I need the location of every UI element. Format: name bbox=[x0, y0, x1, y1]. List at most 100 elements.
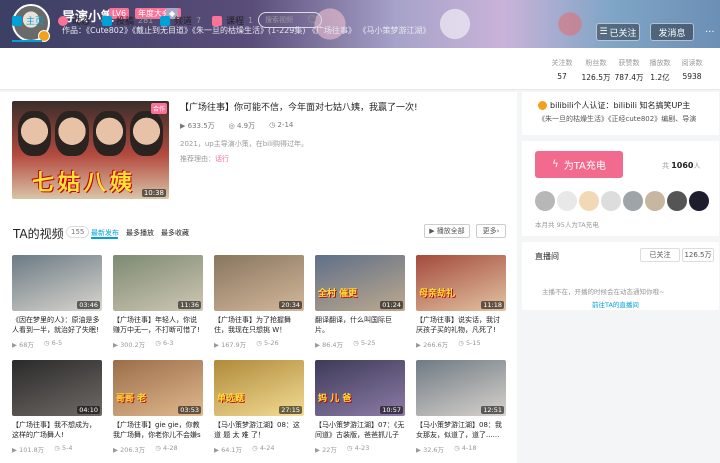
tab-count: 7 bbox=[196, 16, 202, 25]
video-thumbnail[interactable]: 全村 催更 01:24 bbox=[315, 255, 405, 311]
channel-icon bbox=[160, 15, 170, 26]
avatar[interactable] bbox=[667, 191, 687, 211]
avatar[interactable] bbox=[601, 191, 621, 211]
avatar[interactable] bbox=[535, 191, 555, 211]
video-card[interactable]: 11:36 【广场往事】年轻人，你说赚万中无一，不打断可惜了! ▶ 300.2万 ◷ … bbox=[113, 255, 203, 349]
video-meta: ▶ 68万 ◷ 6-5 bbox=[12, 339, 102, 349]
charge-card: ϟ 为TA充电 共 1060人 本月共 95人为TA充电 bbox=[522, 141, 719, 236]
charge-button[interactable]: ϟ 为TA充电 bbox=[535, 151, 623, 178]
tab-uploads[interactable]: 投稿 281 bbox=[102, 14, 153, 27]
charge-total: 共 1060人 bbox=[662, 161, 701, 170]
avatar[interactable] bbox=[645, 191, 665, 211]
representative-title[interactable]: 【广场往事】你可能不信，今年面对七姑八姨，我赢了一次! bbox=[180, 100, 418, 113]
live-follow-button[interactable]: 已关注 bbox=[640, 248, 680, 262]
video-meta: ▶ 22万 ◷ 4-23 bbox=[315, 444, 405, 454]
video-icon bbox=[102, 15, 112, 26]
video-meta: ▶ 266.6万 ◷ 5-15 bbox=[416, 339, 506, 349]
avatar[interactable] bbox=[689, 191, 709, 211]
lightning-icon: ϟ bbox=[552, 159, 559, 170]
dynamic-icon bbox=[58, 15, 68, 26]
video-card[interactable]: 妈 儿 爸 10:57 【马小策梦游江湖】07：《无间道》古装版，爸爸抓儿子卧 ▶ 2… bbox=[315, 360, 405, 454]
stat-fans[interactable]: 粉丝数 126.5万 bbox=[578, 58, 614, 83]
video-duration: 11:18 bbox=[481, 301, 504, 309]
video-card[interactable]: 母亲劫礼 11:18 【广场往事】说实话，我讨厌孩子买的礼物，凡死了! ▶ 266.6… bbox=[416, 255, 506, 349]
representative-thumbnail[interactable]: 七姑八姨 合作 10:38 bbox=[12, 101, 169, 199]
video-thumbnail[interactable]: 单选题 27:15 bbox=[214, 360, 304, 416]
more-icon[interactable]: ··· bbox=[705, 27, 715, 38]
video-thumbnail[interactable]: 妈 儿 爸 10:57 bbox=[315, 360, 405, 416]
thumbnail-faces bbox=[18, 111, 163, 156]
video-card[interactable]: 20:34 【广场往事】为了抢握舞住，我现在只想挑 W！ ▶ 167.9万 ◷ 5-2… bbox=[214, 255, 304, 349]
sort-underline bbox=[91, 237, 118, 239]
video-thumbnail[interactable]: 哥哥 老 03:53 bbox=[113, 360, 203, 416]
video-card[interactable]: 12:51 【马小策梦游江湖】08：我女那友，似道了，道了...... ▶ 32.6… bbox=[416, 360, 506, 454]
video-thumbnail[interactable]: 03:46 bbox=[12, 255, 102, 311]
play-count: ▶ 32.6万 bbox=[416, 446, 445, 454]
video-thumbnail[interactable]: 20:34 bbox=[214, 255, 304, 311]
thumbnail-caption: 母亲劫礼 bbox=[419, 289, 456, 299]
video-meta: ▶ 86.4万 ◷ 5-25 bbox=[315, 339, 405, 349]
sort-most-played[interactable]: 最多播放 bbox=[126, 228, 154, 238]
verification-card: bilibili个人认证：bilibili 知名搞笑UP主 《朱一旦的枯燥生活》… bbox=[522, 92, 719, 135]
follow-label: 已关注 bbox=[609, 28, 637, 39]
tab-label: 动态 bbox=[72, 17, 91, 27]
video-card[interactable]: 04:10 【广场往事】我不想成为，这样的广场舞人! ▶ 101.8万 ◷ 5-4 bbox=[12, 360, 102, 454]
video-title[interactable]: 【马小策梦游江湖】08：这道 题 太 难 了！ bbox=[214, 420, 304, 440]
video-thumbnail[interactable]: 母亲劫礼 11:18 bbox=[416, 255, 506, 311]
video-title[interactable]: 【广场往事】年轻人，你说赚万中无一，不打断可惜了! bbox=[113, 315, 203, 335]
video-title[interactable]: 【马小策梦游江湖】07：《无间道》古装版，爸爸抓儿子卧 bbox=[315, 420, 405, 440]
stat-plays: 播放数 1.2亿 bbox=[649, 59, 671, 82]
video-duration: 10:57 bbox=[380, 406, 403, 414]
tab-courses[interactable]: 课程 1 bbox=[212, 14, 253, 27]
video-title[interactable]: 【广场往事】gie gie，你教我广场舞，你老你儿不会嫌s bbox=[113, 420, 203, 440]
play-all-button[interactable]: ▶ 播放全部 bbox=[424, 224, 470, 238]
video-title[interactable]: 翻译翻译，什么叫国际巨片。 bbox=[315, 315, 405, 335]
play-count: ▶ 101.8万 bbox=[12, 446, 45, 454]
video-card[interactable]: 03:46 《因在梦里的人》：原油是多人看到一半，就治好了失眠! ▶ 68万 ◷ 6-… bbox=[12, 255, 102, 349]
charge-fans bbox=[535, 191, 709, 211]
video-thumbnail[interactable]: 04:10 bbox=[12, 360, 102, 416]
upload-date: ◷ 4-24 bbox=[252, 444, 275, 452]
avatar[interactable] bbox=[579, 191, 599, 211]
more-button[interactable]: 更多 › bbox=[476, 224, 506, 238]
live-room-link[interactable]: 前往TA的直播间 bbox=[592, 299, 639, 309]
video-thumbnail[interactable]: 12:51 bbox=[416, 360, 506, 416]
message-button[interactable]: 发消息 bbox=[650, 23, 694, 41]
video-duration: 01:24 bbox=[380, 301, 403, 309]
video-thumbnail[interactable]: 11:36 bbox=[113, 255, 203, 311]
tab-channels[interactable]: 频道 7 bbox=[160, 14, 201, 27]
course-icon bbox=[212, 15, 222, 26]
menu-icon: ☰ bbox=[599, 27, 608, 37]
video-title[interactable]: 【广场往事】说实话，我讨厌孩子买的礼物，凡死了! bbox=[416, 315, 506, 335]
avatar[interactable] bbox=[623, 191, 643, 211]
section-count: 155 bbox=[66, 226, 90, 238]
avatar[interactable] bbox=[557, 191, 577, 211]
video-title[interactable]: 【广场往事】为了抢握舞住，我现在只想挑 W！ bbox=[214, 315, 304, 335]
video-card[interactable]: 全村 催更 01:24 翻译翻译，什么叫国际巨片。 ▶ 86.4万 ◷ 5-25 bbox=[315, 255, 405, 349]
video-meta: ▶ 300.2万 ◷ 6-3 bbox=[113, 339, 203, 349]
tab-label: 主页 bbox=[26, 17, 45, 27]
tab-label: 课程 bbox=[226, 17, 245, 27]
charge-note: 本月共 95人为TA充电 bbox=[535, 221, 599, 229]
thumbnail-caption: 七姑八姨 bbox=[32, 171, 137, 196]
stat-following[interactable]: 关注数 57 bbox=[544, 58, 580, 81]
follow-button[interactable]: ☰ 已关注 bbox=[596, 23, 640, 41]
play-count: ▶ 22万 bbox=[315, 446, 337, 454]
tab-dynamic[interactable]: 动态 bbox=[58, 14, 90, 27]
representative-desc: 2021，up主导演小策，在bili购得过年。 bbox=[180, 140, 308, 148]
video-card[interactable]: 哥哥 老 03:53 【广场往事】gie gie，你教我广场舞，你老你儿不会嫌s ▶ … bbox=[113, 360, 203, 454]
live-empty-text: 主播不在，开播的时候会在动态通知你哦~ bbox=[542, 288, 665, 296]
video-title[interactable]: 【广场往事】我不想成为，这样的广场舞人! bbox=[12, 420, 102, 440]
video-title[interactable]: 《因在梦里的人》：原油是多人看到一半，就治好了失眠! bbox=[12, 315, 102, 335]
upload-date: ◷ 6-3 bbox=[155, 339, 174, 347]
video-meta: ▶ 64.1万 ◷ 4-24 bbox=[214, 444, 304, 454]
sort-most-favorited[interactable]: 最多收藏 bbox=[161, 228, 189, 238]
search-icon[interactable] bbox=[308, 15, 316, 23]
play-count: ▶ 206.3万 bbox=[113, 446, 146, 454]
video-card[interactable]: 单选题 27:15 【马小策梦游江湖】08：这道 题 太 难 了！ ▶ 64.1万 ◷ … bbox=[214, 360, 304, 454]
live-title: 直播间 bbox=[535, 252, 559, 261]
tab-count: 1 bbox=[248, 16, 254, 25]
tab-home[interactable]: 主页 bbox=[12, 14, 44, 27]
video-meta: ▶ 101.8万 ◷ 5-4 bbox=[12, 444, 102, 454]
video-title[interactable]: 【马小策梦游江湖】08：我女那友，似道了，道了...... bbox=[416, 420, 506, 440]
